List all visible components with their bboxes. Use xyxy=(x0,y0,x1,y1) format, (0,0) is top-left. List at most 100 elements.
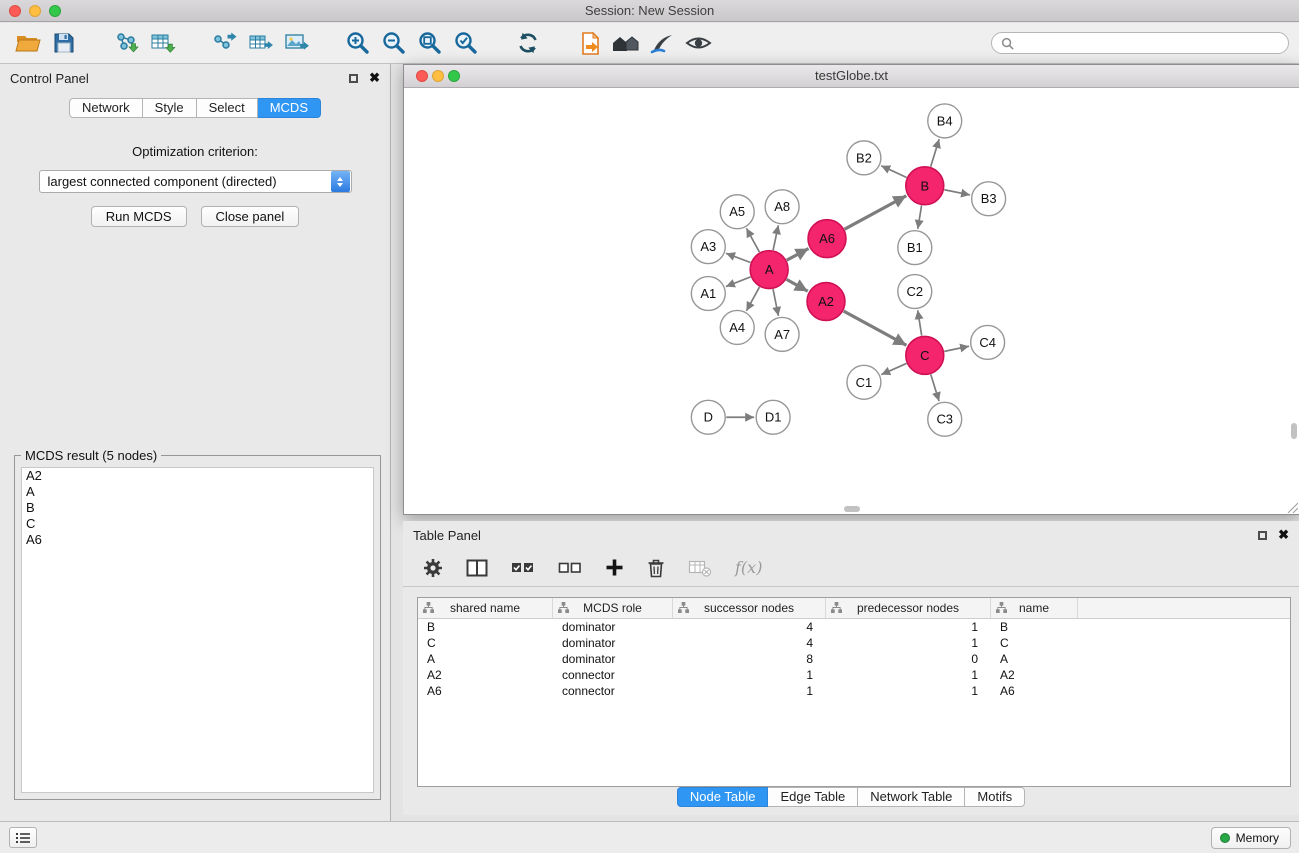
table-row[interactable]: Bdominator41B xyxy=(418,619,1290,635)
export-table-button[interactable] xyxy=(242,26,278,60)
table-cell[interactable]: connector xyxy=(553,683,673,699)
table-cell[interactable]: 1 xyxy=(826,619,991,635)
network-edge-A-A6[interactable] xyxy=(787,249,809,261)
network-node-B4[interactable]: B4 xyxy=(928,104,962,138)
horizontal-scrollbar[interactable] xyxy=(844,506,860,512)
close-panel-button[interactable]: ✖ xyxy=(369,73,380,83)
close-panel-button-2[interactable]: Close panel xyxy=(201,206,300,227)
home-button[interactable] xyxy=(608,26,644,60)
run-mcds-button[interactable]: Run MCDS xyxy=(91,206,187,227)
network-edge-C-C2[interactable] xyxy=(918,310,922,335)
table-cell[interactable]: 1 xyxy=(673,683,826,699)
network-edge-C-C3[interactable] xyxy=(931,374,939,401)
import-network-button[interactable] xyxy=(108,26,144,60)
function-builder-button[interactable]: f(x) xyxy=(735,558,762,577)
criterion-select-stepper[interactable] xyxy=(331,171,350,192)
column-header-name[interactable]: name xyxy=(991,598,1078,618)
table-cell[interactable]: 4 xyxy=(673,635,826,651)
tab-mcds[interactable]: MCDS xyxy=(258,98,321,118)
network-node-D1[interactable]: D1 xyxy=(756,400,790,434)
vertical-scrollbar[interactable] xyxy=(1291,423,1297,439)
table-cell[interactable]: 1 xyxy=(826,635,991,651)
network-edge-A-A3[interactable] xyxy=(726,253,750,262)
zoom-window-button[interactable] xyxy=(49,5,61,17)
table-cell[interactable]: A2 xyxy=(418,667,553,683)
network-zoom-button[interactable] xyxy=(448,70,460,82)
network-node-A6[interactable]: A6 xyxy=(808,220,846,258)
network-edge-B-B4[interactable] xyxy=(931,139,939,167)
table-cell[interactable]: 8 xyxy=(673,651,826,667)
minimize-window-button[interactable] xyxy=(29,5,41,17)
network-node-C[interactable]: C xyxy=(906,336,944,374)
network-edge-A-A1[interactable] xyxy=(726,277,751,287)
mcds-result-list[interactable]: A2ABCA6 xyxy=(21,467,374,793)
network-close-button[interactable] xyxy=(416,70,428,82)
network-edge-A2-C[interactable] xyxy=(844,311,907,345)
float-panel-button[interactable] xyxy=(349,74,358,83)
open-session-button[interactable] xyxy=(10,26,46,60)
network-node-C4[interactable]: C4 xyxy=(971,325,1005,359)
network-node-B3[interactable]: B3 xyxy=(972,182,1006,216)
style-paint-button[interactable] xyxy=(644,26,680,60)
network-node-B2[interactable]: B2 xyxy=(847,141,881,175)
network-edge-B-B3[interactable] xyxy=(944,190,970,195)
column-header-predecessor-nodes[interactable]: predecessor nodes xyxy=(826,598,991,618)
tab-network-table[interactable]: Network Table xyxy=(858,787,965,807)
table-cell[interactable]: A xyxy=(418,651,553,667)
show-panels-button[interactable] xyxy=(9,827,37,848)
tab-style[interactable]: Style xyxy=(143,98,197,118)
tab-motifs[interactable]: Motifs xyxy=(965,787,1025,807)
network-node-C2[interactable]: C2 xyxy=(898,275,932,309)
tab-select[interactable]: Select xyxy=(197,98,258,118)
export-image-button[interactable] xyxy=(278,26,314,60)
network-edge-B-B1[interactable] xyxy=(918,205,922,228)
search-field[interactable] xyxy=(991,32,1289,54)
table-row[interactable]: Adominator80A xyxy=(418,651,1290,667)
network-node-A8[interactable]: A8 xyxy=(765,190,799,224)
mcds-result-item[interactable]: A2 xyxy=(22,468,373,484)
show-graphics-details-button[interactable] xyxy=(680,26,716,60)
table-settings-button[interactable] xyxy=(423,558,443,578)
tab-network[interactable]: Network xyxy=(69,98,143,118)
show-columns-button[interactable] xyxy=(466,558,488,578)
resize-grip[interactable] xyxy=(1285,500,1298,513)
refresh-view-button[interactable] xyxy=(510,26,546,60)
table-cell[interactable]: C xyxy=(991,635,1078,651)
mcds-result-item[interactable]: A xyxy=(22,484,373,500)
column-header-successor-nodes[interactable]: successor nodes xyxy=(673,598,826,618)
import-table-button[interactable] xyxy=(144,26,180,60)
network-node-A5[interactable]: A5 xyxy=(720,195,754,229)
network-canvas[interactable]: B4B2BB3A5A8A6B1A3AC2A1A2A4A7CC4C1C3DD1 xyxy=(404,89,1299,514)
float-table-panel-button[interactable] xyxy=(1258,531,1267,540)
network-edge-A-A4[interactable] xyxy=(746,287,759,311)
zoom-out-button[interactable] xyxy=(376,26,412,60)
deselect-all-columns-button[interactable] xyxy=(558,559,582,577)
zoom-fit-button[interactable] xyxy=(412,26,448,60)
criterion-select[interactable]: largest connected component (directed) xyxy=(39,170,352,193)
network-edge-B-B2[interactable] xyxy=(881,166,906,178)
table-cell[interactable]: dominator xyxy=(553,651,673,667)
table-cell[interactable]: A2 xyxy=(991,667,1078,683)
network-minimize-button[interactable] xyxy=(432,70,444,82)
network-node-B1[interactable]: B1 xyxy=(898,231,932,265)
network-edge-C-C4[interactable] xyxy=(944,346,969,351)
table-cell[interactable]: A xyxy=(991,651,1078,667)
save-session-button[interactable] xyxy=(46,26,82,60)
close-window-button[interactable] xyxy=(9,5,21,17)
column-header-MCDS-role[interactable]: MCDS role xyxy=(553,598,673,618)
memory-button[interactable]: Memory xyxy=(1211,827,1291,849)
table-cell[interactable]: dominator xyxy=(553,619,673,635)
table-cell[interactable]: 4 xyxy=(673,619,826,635)
table-cell[interactable]: 1 xyxy=(673,667,826,683)
table-row[interactable]: A6connector11A6 xyxy=(418,683,1290,699)
select-all-columns-button[interactable] xyxy=(511,559,535,577)
tab-node-table[interactable]: Node Table xyxy=(677,787,769,807)
table-row[interactable]: A2connector11A2 xyxy=(418,667,1290,683)
network-edge-A-A8[interactable] xyxy=(773,225,778,250)
network-node-A1[interactable]: A1 xyxy=(691,277,725,311)
network-edge-A-A2[interactable] xyxy=(787,279,808,291)
network-edge-C-C1[interactable] xyxy=(881,363,906,374)
table-cell[interactable]: C xyxy=(418,635,553,651)
network-node-B[interactable]: B xyxy=(906,167,944,205)
create-column-button[interactable] xyxy=(605,558,624,577)
